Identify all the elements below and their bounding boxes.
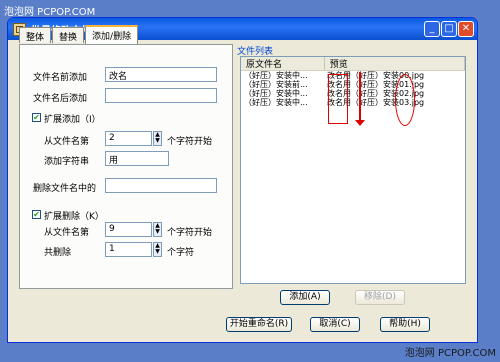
- ext-add-checkbox[interactable]: ✔: [32, 113, 41, 122]
- list-row[interactable]: （好压）安装中... 改名用（好压）安装03.jpg: [241, 98, 465, 107]
- from-pos-spinner[interactable]: ▲ ▼: [153, 131, 162, 146]
- row-original: （好压）安装中...: [244, 89, 308, 98]
- help-button[interactable]: 帮助(H): [380, 317, 430, 332]
- list-header: 原文件名 预览: [241, 57, 465, 71]
- del-from-unit: 个字符开始: [167, 228, 213, 238]
- column-preview[interactable]: 预览: [325, 57, 465, 70]
- file-list[interactable]: 原文件名 预览 （好压）安装中... 改名用（好压）安装00.jpg （好压）安装…: [240, 56, 466, 284]
- row-original: （好压）安装中...: [244, 98, 308, 107]
- from-pos-input[interactable]: 2: [105, 131, 152, 146]
- row-original: （好压）安装中...: [244, 71, 308, 80]
- delete-in-input[interactable]: [105, 178, 217, 193]
- annotation-arrowhead: [355, 120, 365, 126]
- row-original: （好压）安装前...: [244, 80, 308, 89]
- column-original[interactable]: 原文件名: [241, 57, 325, 70]
- list-row[interactable]: （好压）安装中... 改名用（好压）安装02.jpg: [241, 89, 465, 98]
- from-pos-label: 从文件名第: [44, 137, 90, 147]
- maximize-button[interactable]: □: [441, 21, 457, 37]
- ext-delete-checkbox[interactable]: ✔: [32, 210, 41, 219]
- watermark-bottom: 泡泡网 PCPOP.COM: [404, 348, 496, 359]
- from-pos-unit: 个字符开始: [167, 137, 213, 147]
- suffix-label: 文件名后添加: [33, 94, 88, 104]
- del-count-label: 共删除: [44, 248, 72, 258]
- suffix-input[interactable]: [105, 88, 217, 103]
- del-from-input[interactable]: 9: [105, 222, 152, 237]
- add-button[interactable]: 添加(A): [280, 290, 330, 305]
- add-chars-label: 添加字符串: [44, 157, 90, 167]
- tab-replace[interactable]: 替换: [52, 27, 85, 43]
- annotation-arrow: [359, 72, 361, 124]
- delete-in-label: 删除文件名中的: [33, 184, 97, 194]
- del-count-spinner[interactable]: ▲ ▼: [153, 242, 162, 257]
- minimize-button[interactable]: _: [424, 21, 440, 37]
- add-chars-input[interactable]: 用: [105, 151, 169, 166]
- add-delete-panel: 文件名前添加 改名 文件名后添加 ✔ 扩展添加（I） 从文件名第 2 ▲ ▼ 个字…: [19, 44, 233, 289]
- cancel-button[interactable]: 取消(C): [310, 317, 360, 332]
- del-count-input[interactable]: 1: [105, 242, 152, 257]
- prefix-input[interactable]: 改名: [105, 67, 217, 82]
- annotation-box: [328, 74, 348, 124]
- ext-add-label: 扩展添加（I）: [44, 115, 101, 125]
- watermark-top: 泡泡网 PCPOP.COM: [4, 7, 96, 18]
- del-from-label: 从文件名第: [44, 228, 90, 238]
- list-row[interactable]: （好压）安装前... 改名用（好压）安装01.jpg: [241, 80, 465, 89]
- prefix-label: 文件名前添加: [33, 73, 88, 83]
- start-rename-button[interactable]: 开始重命名(R): [226, 317, 292, 332]
- remove-button[interactable]: 移除(D): [355, 290, 405, 305]
- del-count-unit: 个字符: [167, 248, 195, 258]
- annotation-ellipse: [395, 74, 415, 126]
- ext-delete-label: 扩展删除（K）: [44, 212, 104, 222]
- list-row[interactable]: （好压）安装中... 改名用（好压）安装00.jpg: [241, 71, 465, 80]
- del-from-spinner[interactable]: ▲ ▼: [153, 222, 162, 237]
- tab-add-delete[interactable]: 添加/删除: [85, 25, 139, 44]
- tab-overall[interactable]: 整体: [19, 27, 52, 43]
- tab-strip: 整体 替换 添加/删除: [19, 25, 139, 44]
- close-button[interactable]: ✕: [458, 21, 474, 37]
